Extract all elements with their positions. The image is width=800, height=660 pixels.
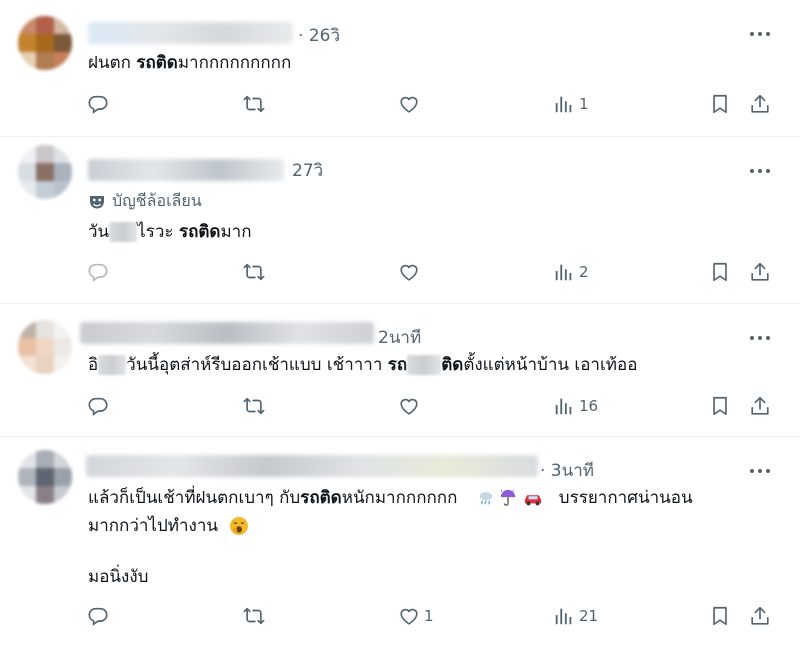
avatar[interactable] [18,145,72,199]
views-icon [553,395,575,417]
tweet-text: แล้วก็เป็นเช้าที่ฝนตกเบาๆ กับรถติดหนักมา… [88,488,693,508]
retweet-icon [243,93,265,115]
heart-icon [398,261,420,283]
like-button[interactable]: 1 [398,605,434,627]
retweet-icon [243,395,265,417]
tweet-text: อิ วันนี้อุตส่าห์รีบออกเช้าแบบ เช้าาาา รถ… [88,355,638,375]
views-icon [553,261,575,283]
retweet-icon [243,605,265,627]
tweet-text-line-3: มอนิ่งงับ [88,567,149,587]
share-icon [749,395,771,417]
views-icon [553,93,575,115]
parody-label-text: บัญชีล้อเลียน [112,191,202,210]
bookmark-icon [709,261,731,283]
share-button[interactable] [749,93,771,115]
like-button[interactable] [398,395,420,417]
retweet-button[interactable] [243,261,265,283]
tweet-1[interactable]: · 26วิ ฝนตก รถติดมากกกกกกกกก 1 [0,0,800,137]
share-icon [749,93,771,115]
heart-icon [398,93,420,115]
display-name-redacted[interactable] [80,322,374,344]
more-icon[interactable] [750,333,774,343]
redaction [109,222,138,242]
timestamp[interactable]: 2นาที [378,324,421,351]
display-name-redacted[interactable] [88,22,293,44]
tweet-3[interactable]: 2นาที อิ วันนี้อุตส่าห์รีบออกเช้าแบบ เช้า… [0,304,800,437]
bookmark-icon [709,395,731,417]
views-button[interactable]: 21 [553,605,598,627]
heart-icon [398,605,420,627]
more-icon[interactable] [750,466,774,476]
like-button[interactable] [398,93,420,115]
retweet-button[interactable] [243,605,265,627]
share-button[interactable] [749,605,771,627]
share-button[interactable] [749,395,771,417]
retweet-button[interactable] [243,395,265,417]
reply-icon [87,261,109,283]
action-bar: 16 [0,395,800,421]
yawning-face-icon [230,517,249,535]
reply-button[interactable] [87,93,109,115]
share-button[interactable] [749,261,771,283]
views-button[interactable]: 16 [553,395,598,417]
bookmark-button[interactable] [709,395,731,417]
action-bar: 1 [0,93,800,119]
views-count: 2 [579,263,589,281]
share-icon [749,605,771,627]
avatar[interactable] [18,320,72,374]
heart-icon [398,395,420,417]
display-name-redacted[interactable] [88,159,284,181]
retweet-icon [243,261,265,283]
car-icon [524,495,541,506]
views-count: 16 [579,397,599,415]
reply-button[interactable] [87,605,109,627]
redaction [98,355,127,375]
tweet-text: ฝนตก รถติดมากกกกกกกกก [88,53,292,73]
more-icon[interactable] [750,29,774,39]
tweet-2[interactable]: 27วิ บัญชีล้อเลียน วัน ไรวะ รถติดมาก 2 [0,137,800,304]
tweet-text: วัน ไรวะ รถติดมาก [88,222,252,242]
views-button[interactable]: 2 [553,261,589,283]
umbrella-rain-icon [500,489,515,506]
share-icon [749,261,771,283]
display-name-redacted[interactable] [86,455,538,477]
bookmark-button[interactable] [709,605,731,627]
avatar[interactable] [18,16,72,70]
views-icon [553,605,575,627]
more-icon[interactable] [750,166,774,176]
reply-icon [87,395,109,417]
reply-icon [87,605,109,627]
like-count: 1 [424,607,434,625]
tweet-text-line-2: มากกว่าไปทำงาน [88,513,251,539]
bookmark-icon [709,93,731,115]
theater-mask-icon [90,195,104,208]
reply-icon [87,93,109,115]
action-bar: 2 [0,261,800,287]
redaction [407,355,442,375]
avatar[interactable] [18,450,72,504]
bookmark-button[interactable] [709,261,731,283]
timestamp[interactable]: 27วิ [292,157,323,184]
timestamp[interactable]: · 26วิ [298,22,340,49]
reply-button[interactable] [87,395,109,417]
bookmark-button[interactable] [709,93,731,115]
tweet-4[interactable]: · 3นาที แล้วก็เป็นเช้าที่ฝนตกเบาๆ กับรถต… [0,437,800,660]
reply-button[interactable] [87,261,109,283]
rain-cloud-icon [479,492,493,505]
bookmark-icon [709,605,731,627]
timestamp[interactable]: · 3นาที [540,457,594,484]
parody-label: บัญชีล้อเลียน [88,189,202,214]
like-button[interactable] [398,261,420,283]
views-count: 21 [579,607,599,625]
action-bar: 1 21 [0,605,800,631]
retweet-button[interactable] [243,93,265,115]
views-button[interactable]: 1 [553,93,589,115]
views-count: 1 [579,95,589,113]
